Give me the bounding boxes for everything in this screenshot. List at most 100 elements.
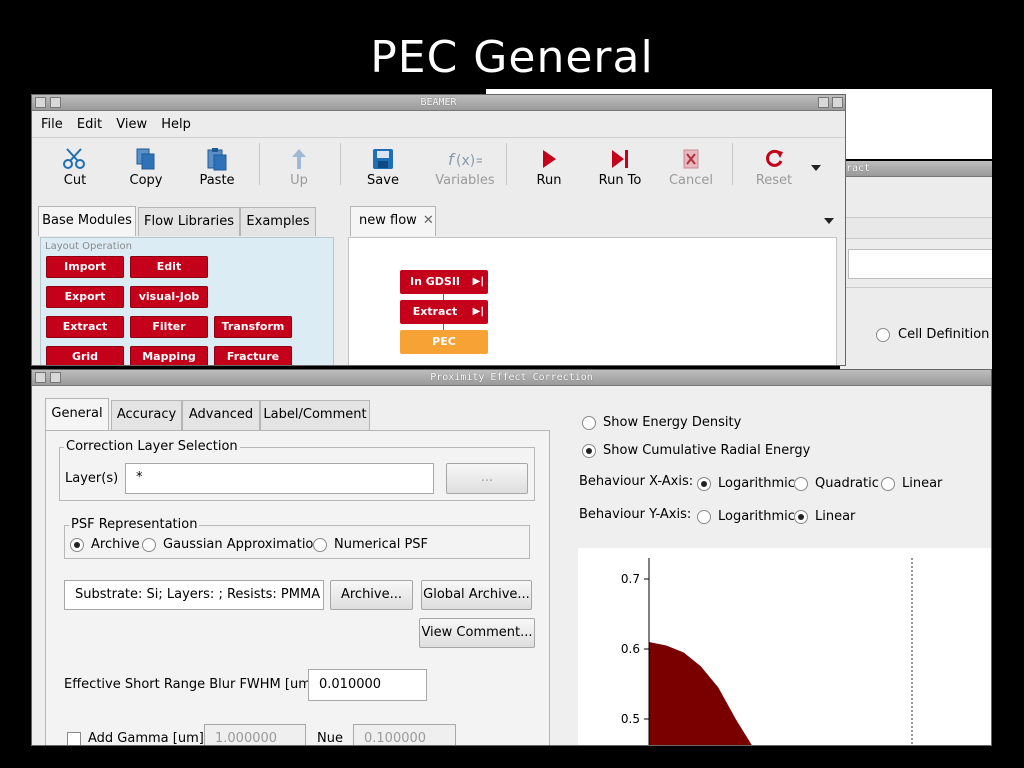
energy-chart-svg: 0.5 0.6 0.7 xyxy=(621,558,913,745)
module-mapping[interactable]: Mapping xyxy=(130,346,208,365)
psf-legend: PSF Representation xyxy=(69,517,200,532)
window-shade-icon[interactable] xyxy=(50,97,61,108)
tab-advanced[interactable]: Advanced xyxy=(182,400,260,430)
run-to-button[interactable]: Run To xyxy=(585,145,655,188)
tab-examples[interactable]: Examples xyxy=(240,207,316,236)
blur-label: Effective Short Range Blur FWHM [um] xyxy=(64,677,316,692)
module-extract[interactable]: Extract xyxy=(46,316,124,338)
y-tick-label: 0.7 xyxy=(621,572,640,586)
cell-definition-radio[interactable] xyxy=(876,328,890,342)
layers-input[interactable]: * xyxy=(125,463,434,494)
energy-chart: 0.5 0.6 0.7 xyxy=(578,548,991,745)
run-button[interactable]: Run xyxy=(514,145,584,188)
menu-edit[interactable]: Edit xyxy=(72,117,107,132)
tab-flow-libraries[interactable]: Flow Libraries xyxy=(138,207,240,236)
module-fracture[interactable]: Fracture xyxy=(214,346,292,365)
y-log-radio[interactable] xyxy=(697,510,711,524)
new-flow-label: new flow xyxy=(359,213,417,228)
module-export[interactable]: Export xyxy=(46,286,124,308)
maximize-icon[interactable] xyxy=(832,97,843,108)
paste-button[interactable]: Paste xyxy=(182,145,252,188)
global-archive-button[interactable]: Global Archive... xyxy=(421,580,532,610)
close-tab-icon[interactable]: ✕ xyxy=(423,213,434,228)
flow-node-extract[interactable]: Extract ▶| xyxy=(400,300,488,324)
window-menu-icon[interactable] xyxy=(35,372,46,383)
tab-new-flow[interactable]: new flow ✕ xyxy=(350,206,436,236)
menu-view[interactable]: View xyxy=(111,117,152,132)
run-to-icon xyxy=(585,145,655,173)
cut-button[interactable]: Cut xyxy=(40,145,110,188)
cumulative-energy-radio[interactable] xyxy=(582,444,596,458)
cut-label: Cut xyxy=(63,173,87,188)
pec-window: Proximity Effect Correction General Accu… xyxy=(31,369,992,746)
paste-icon xyxy=(182,145,252,173)
play-icon xyxy=(514,145,584,173)
save-label: Save xyxy=(367,173,399,188)
copy-icon xyxy=(111,145,181,173)
module-visual-job[interactable]: visual-Job xyxy=(130,286,208,308)
background-row xyxy=(840,217,992,239)
run-label: Run xyxy=(536,173,562,188)
y-linear-radio[interactable] xyxy=(794,510,808,524)
psf-gaussian-radio[interactable] xyxy=(142,538,156,552)
variables-button[interactable]: f(x)= Variables xyxy=(430,145,500,188)
layout-operation-label: Layout Operation xyxy=(45,241,132,252)
cell-definition-label: Cell Definition xyxy=(898,327,990,342)
module-import[interactable]: Import xyxy=(46,256,124,278)
tab-list-icon[interactable] xyxy=(824,218,834,224)
x-log-radio[interactable] xyxy=(697,477,711,491)
toolbar-overflow-icon[interactable] xyxy=(811,165,821,171)
variables-icon: f(x)= xyxy=(430,145,500,173)
y-ticks: 0.5 0.6 0.7 xyxy=(621,572,649,726)
beamer-title: BEAMER xyxy=(420,97,457,108)
tab-label-comment[interactable]: Label/Comment xyxy=(260,400,370,430)
flow-node-pec[interactable]: PEC xyxy=(400,330,488,354)
copy-button[interactable]: Copy xyxy=(111,145,181,188)
flow-canvas[interactable]: In GDSII ▶| Extract ▶| PEC xyxy=(348,237,837,365)
tab-accuracy[interactable]: Accuracy xyxy=(111,400,182,430)
up-button[interactable]: Up xyxy=(264,145,334,188)
psf-numerical-radio[interactable] xyxy=(313,538,327,552)
x-log-label: Logarithmic xyxy=(718,476,795,491)
flow-node-label: Extract xyxy=(412,305,458,318)
blur-input[interactable]: 0.010000 xyxy=(308,669,427,701)
y-tick-label: 0.5 xyxy=(621,712,640,726)
save-button[interactable]: Save xyxy=(348,145,418,188)
background-window-title: ract xyxy=(840,161,992,177)
minimize-icon[interactable] xyxy=(818,97,829,108)
x-linear-radio[interactable] xyxy=(881,477,895,491)
copy-label: Copy xyxy=(129,173,163,188)
module-grid[interactable]: Grid xyxy=(46,346,124,365)
flow-node-in-gdsii[interactable]: In GDSII ▶| xyxy=(400,270,488,294)
nue-label: Nue xyxy=(317,731,343,746)
add-gamma-checkbox[interactable] xyxy=(67,732,81,745)
background-field xyxy=(848,249,992,279)
variables-label: Variables xyxy=(435,173,495,188)
nue-input[interactable]: 0.100000 xyxy=(353,724,456,745)
psf-archive-radio[interactable] xyxy=(70,538,84,552)
substrate-field[interactable]: Substrate: Si; Layers: ; Resists: PMMA 1… xyxy=(64,580,324,610)
tab-base-modules[interactable]: Base Modules xyxy=(38,206,136,236)
cancel-button[interactable]: Cancel xyxy=(656,145,726,188)
slide-title: PEC General xyxy=(370,32,654,83)
menu-file[interactable]: File xyxy=(36,117,68,132)
x-quadratic-radio[interactable] xyxy=(794,477,808,491)
toolbar-separator xyxy=(340,143,341,185)
reset-button[interactable]: Reset xyxy=(739,145,809,188)
module-filter[interactable]: Filter xyxy=(130,316,208,338)
window-shade-icon[interactable] xyxy=(50,372,61,383)
tab-general[interactable]: General xyxy=(45,398,109,430)
svg-text:f: f xyxy=(448,150,456,169)
layers-browse-button[interactable]: ... xyxy=(446,463,528,494)
window-menu-icon[interactable] xyxy=(35,97,46,108)
y-axis-label: Behaviour Y-Axis: xyxy=(579,507,692,522)
gamma-input[interactable]: 1.000000 xyxy=(204,724,306,745)
module-transform[interactable]: Transform xyxy=(214,316,292,338)
archive-button[interactable]: Archive... xyxy=(330,580,413,610)
cancel-icon xyxy=(656,145,726,173)
pec-title: Proximity Effect Correction xyxy=(430,372,593,383)
menu-help[interactable]: Help xyxy=(156,117,196,132)
energy-density-radio[interactable] xyxy=(582,416,596,430)
module-edit[interactable]: Edit xyxy=(130,256,208,278)
view-comment-button[interactable]: View Comment... xyxy=(419,618,535,648)
